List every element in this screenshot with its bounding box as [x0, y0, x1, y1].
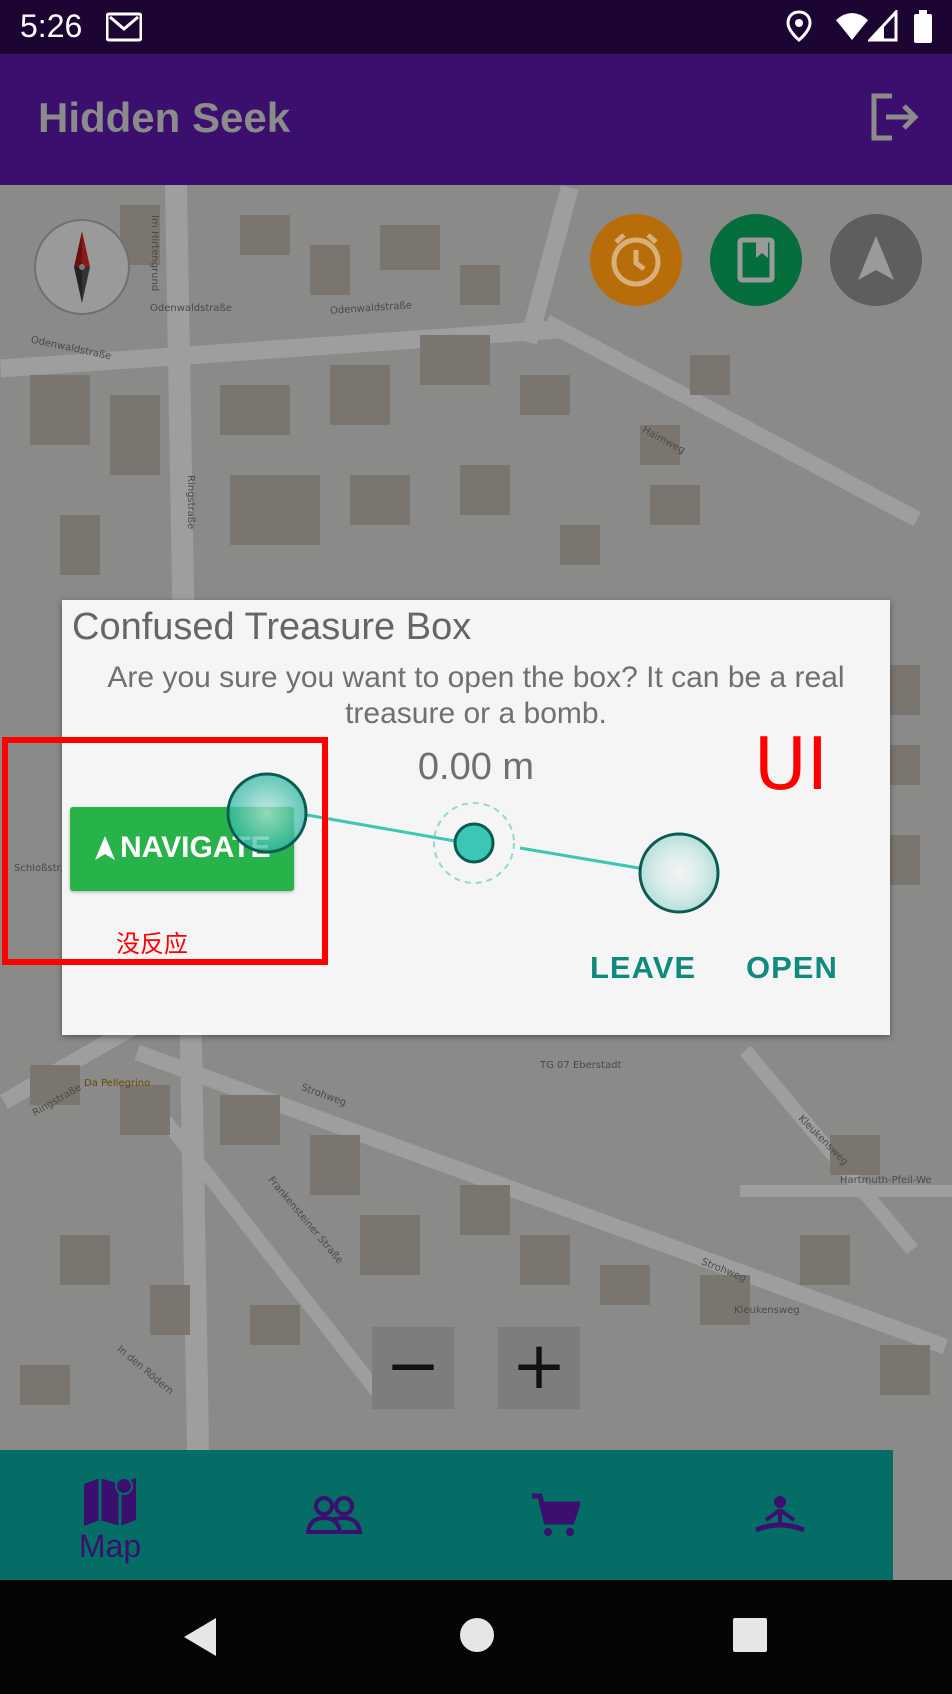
map-building [220, 385, 290, 435]
location-icon [786, 10, 812, 46]
people-icon [306, 1496, 362, 1534]
wifi-icon [834, 10, 870, 46]
map-building [690, 355, 730, 395]
alarm-clock-icon [611, 233, 661, 287]
recents-icon[interactable] [732, 1617, 768, 1653]
street-label: Hartmuth-Pfeil-We [840, 1175, 932, 1186]
status-time: 5:26 [20, 8, 83, 44]
zoom-in-button[interactable]: + [498, 1327, 580, 1409]
map-building [330, 365, 390, 425]
street-label: Ringstraße [185, 475, 196, 530]
gmail-icon [105, 12, 143, 46]
map-building [310, 245, 350, 295]
street-label: TG 07 Eberstadt [540, 1060, 622, 1071]
map-building [250, 1305, 300, 1345]
map-building [560, 525, 600, 565]
map-road [542, 315, 921, 527]
map-building [350, 475, 410, 525]
street-label: Odenwaldstraße [329, 300, 413, 317]
nav-item-shop[interactable] [476, 1450, 636, 1580]
bottom-navigation: Map [0, 1450, 893, 1580]
bookmark-button[interactable] [710, 214, 802, 306]
cart-icon [532, 1493, 580, 1536]
street-label: Im Hirtengrund [149, 215, 160, 292]
map-building [380, 225, 440, 270]
map-building [520, 375, 570, 415]
map-building [460, 265, 500, 305]
map-building [220, 1095, 280, 1145]
map-building [880, 1345, 930, 1395]
logout-icon[interactable] [868, 92, 920, 146]
map-building [460, 1185, 510, 1235]
meditation-icon [755, 1496, 805, 1533]
open-button[interactable]: OPEN [746, 950, 838, 986]
annotation-ui-label: UI [754, 722, 828, 806]
map-building [30, 375, 90, 445]
annotation-note: 没反应 [116, 930, 188, 958]
map-building [240, 215, 290, 255]
nav-item-label: Map [78, 1528, 142, 1564]
map-building [650, 485, 700, 525]
map-building [520, 1235, 570, 1285]
status-bar: 5:26 [0, 0, 952, 54]
map-building [60, 1235, 110, 1285]
street-label: Odenwaldstraße [150, 303, 232, 314]
home-icon[interactable] [458, 1616, 496, 1654]
app-bar: Hidden Seek [0, 54, 952, 185]
bookmark-icon [737, 237, 775, 283]
nav-item-map[interactable]: Map [30, 1450, 190, 1580]
map-building [120, 1085, 170, 1135]
signal-icon [866, 8, 898, 46]
map-building [150, 1285, 190, 1335]
map-building [20, 1365, 70, 1405]
map-edge [893, 1450, 952, 1580]
battery-icon [912, 10, 934, 48]
map-building [600, 1265, 650, 1305]
navigation-button[interactable] [830, 214, 922, 306]
map-building [420, 335, 490, 385]
map-building [110, 395, 160, 475]
app-title: Hidden Seek [38, 94, 291, 141]
map-icon [84, 1477, 136, 1526]
leave-button[interactable]: LEAVE [590, 950, 696, 986]
alarm-button[interactable] [590, 214, 682, 306]
map-building [230, 475, 320, 545]
map-building [360, 1215, 420, 1275]
map-building [60, 515, 100, 575]
compass-icon[interactable] [34, 219, 130, 315]
nav-item-meditation[interactable] [700, 1450, 860, 1580]
street-label: Kleukensweg [734, 1305, 800, 1316]
nav-item-friends[interactable] [254, 1450, 414, 1580]
navigation-arrow-icon [858, 236, 894, 280]
map-road [740, 1185, 952, 1197]
street-label: In den Rödern [114, 1343, 176, 1398]
map-building [800, 1235, 850, 1285]
back-icon[interactable] [180, 1616, 220, 1658]
map-building [460, 465, 510, 515]
street-label: Da Pellegrino [84, 1078, 151, 1089]
zoom-out-button[interactable]: − [372, 1327, 454, 1409]
system-navigation-bar [0, 1580, 952, 1694]
map-building [310, 1135, 360, 1195]
